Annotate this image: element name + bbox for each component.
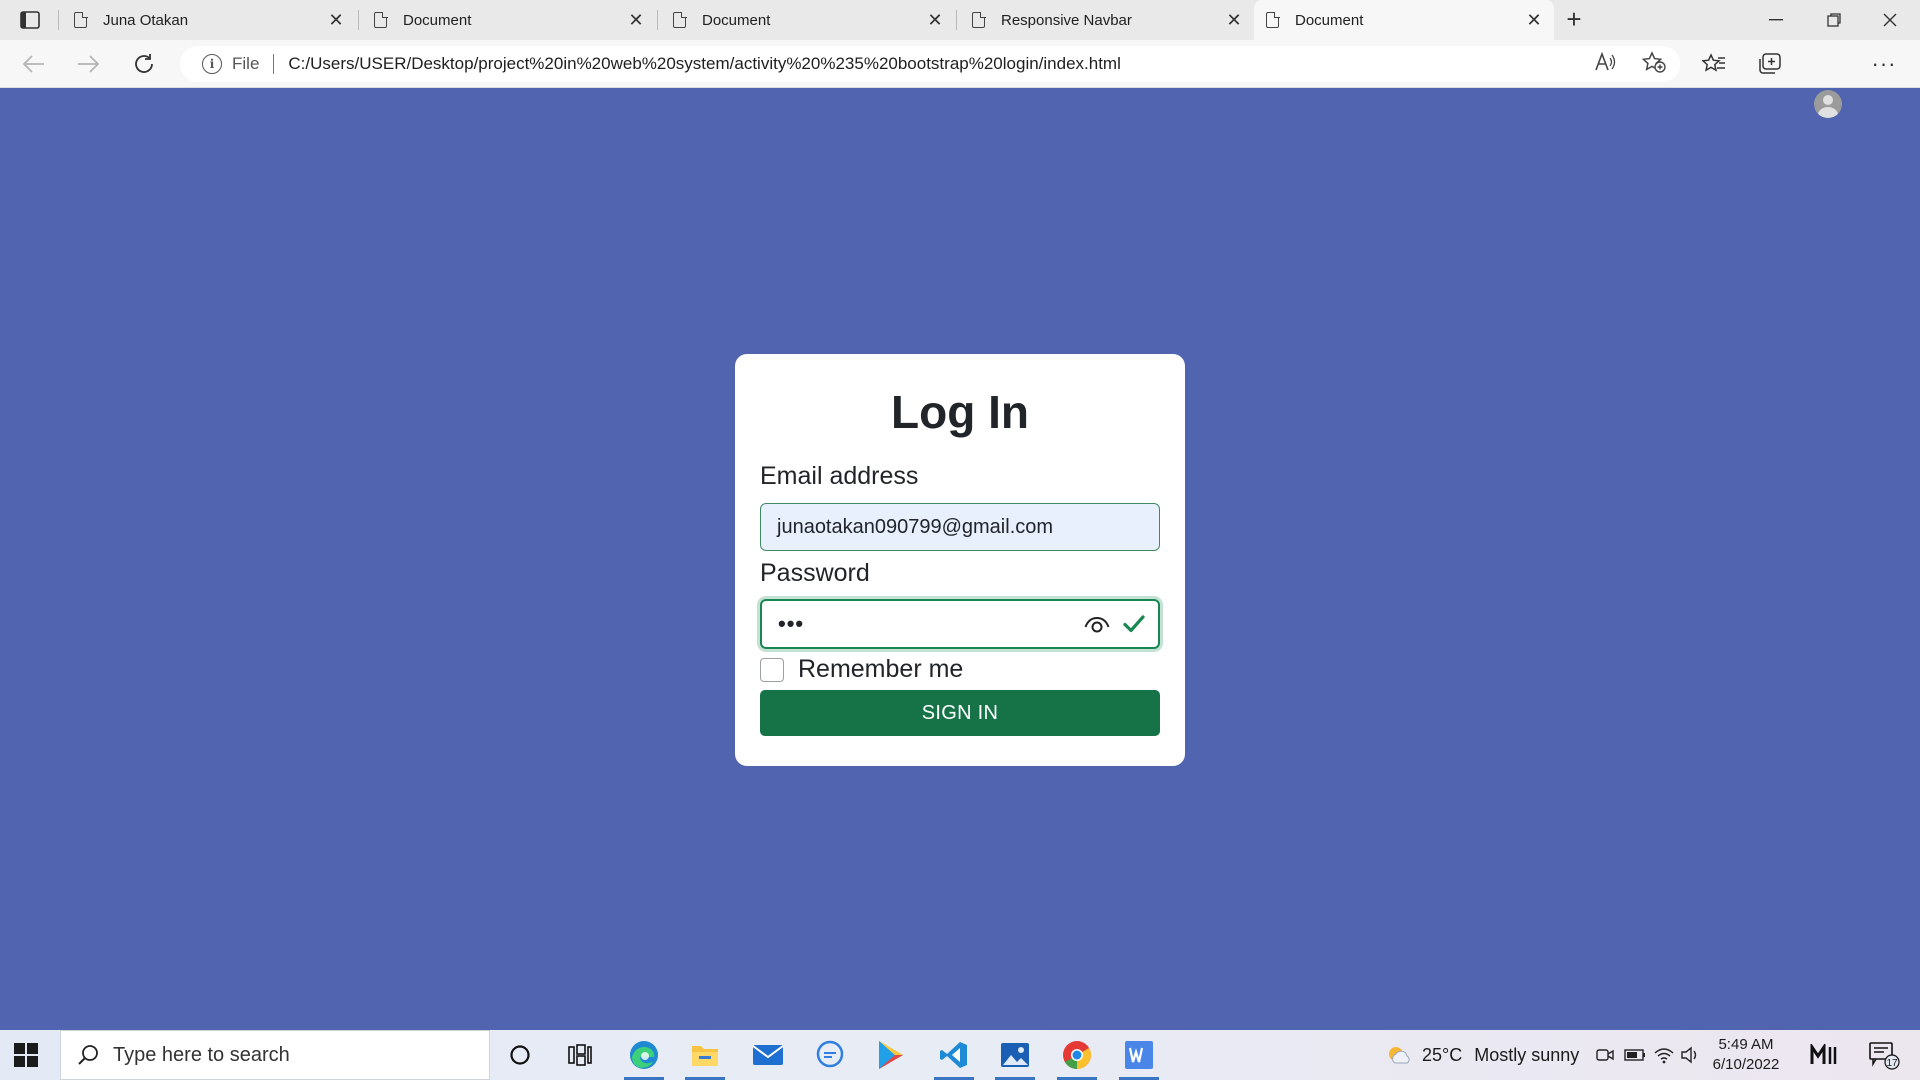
meet-now-icon[interactable]: [1596, 1030, 1614, 1080]
clock-date: 6/10/2022: [1712, 1056, 1780, 1073]
tab-document-1[interactable]: Document ✕: [362, 0, 656, 40]
chrome-icon[interactable]: [1057, 1038, 1097, 1080]
document-icon: [74, 11, 88, 28]
tab-title: Document: [702, 11, 771, 29]
input-method-icon[interactable]: [1810, 1030, 1838, 1080]
close-tab-icon[interactable]: ✕: [1222, 8, 1246, 32]
back-button[interactable]: [18, 50, 50, 78]
profile-avatar[interactable]: [1814, 90, 1842, 118]
taskbar: Type here to search 25°C Mostly sunny 5:…: [0, 1030, 1920, 1080]
address-actions: [1594, 46, 1666, 82]
show-password-icon[interactable]: [1084, 614, 1110, 636]
tab-separator: [657, 10, 658, 30]
tab-title: Document: [403, 11, 472, 29]
vscode-icon[interactable]: [934, 1038, 974, 1080]
weather-icon: [1389, 1047, 1410, 1064]
password-label: Password: [760, 559, 870, 587]
remember-me-row: Remember me: [760, 655, 1160, 684]
document-icon: [1266, 11, 1280, 28]
document-icon: [972, 11, 986, 28]
login-card: Log In Email address junaotakan090799@gm…: [735, 354, 1185, 766]
valid-check-icon: [1122, 612, 1146, 636]
photos-icon[interactable]: [995, 1038, 1035, 1080]
clock-time: 5:49 AM: [1718, 1036, 1774, 1053]
messenger-icon[interactable]: [810, 1038, 850, 1072]
address-bar[interactable]: i File C:/Users/USER/Desktop/project%20i…: [180, 46, 1680, 82]
close-window-button[interactable]: [1862, 0, 1918, 40]
close-tab-icon[interactable]: ✕: [624, 8, 648, 32]
tab-separator: [58, 10, 59, 30]
add-favorite-icon[interactable]: [1641, 50, 1666, 78]
document-icon: [374, 11, 388, 28]
browser-toolbar: i File C:/Users/USER/Desktop/project%20i…: [0, 40, 1920, 118]
weather-widget[interactable]: 25°C Mostly sunny: [1386, 1030, 1579, 1080]
tab-document-active[interactable]: Document ✕: [1254, 0, 1554, 40]
read-aloud-icon[interactable]: [1594, 51, 1616, 77]
weather-temp: 25°C: [1422, 1044, 1463, 1065]
task-view-icon[interactable]: [560, 1038, 600, 1072]
edge-browser-icon[interactable]: [624, 1038, 664, 1080]
wifi-icon[interactable]: [1654, 1030, 1674, 1080]
tab-separator: [956, 10, 957, 30]
windows-start-icon[interactable]: [14, 1043, 38, 1067]
email-label: Email address: [760, 462, 919, 490]
scheme-label: File: [232, 54, 260, 73]
email-field[interactable]: junaotakan090799@gmail.com: [760, 503, 1160, 551]
forward-button[interactable]: [72, 50, 104, 78]
tab-separator: [358, 10, 359, 30]
more-menu-icon[interactable]: ···: [1864, 48, 1904, 80]
login-title: Log In: [891, 386, 1029, 438]
tab-title: Responsive Navbar: [1001, 11, 1132, 29]
close-tab-icon[interactable]: ✕: [324, 8, 348, 32]
new-tab-button[interactable]: +: [1560, 6, 1588, 34]
word-icon[interactable]: [1119, 1038, 1159, 1080]
email-value: junaotakan090799@gmail.com: [777, 515, 1054, 538]
close-tab-icon[interactable]: ✕: [1522, 8, 1546, 32]
tab-actions-icon[interactable]: [16, 9, 44, 31]
tab-responsive-navbar[interactable]: Responsive Navbar ✕: [960, 0, 1254, 40]
mail-icon[interactable]: [748, 1038, 788, 1072]
play-store-icon[interactable]: [871, 1038, 911, 1072]
tab-juna-otakan[interactable]: Juna Otakan ✕: [62, 0, 356, 40]
weather-desc: Mostly sunny: [1474, 1044, 1580, 1065]
sign-in-button[interactable]: SIGN IN: [760, 690, 1160, 736]
info-icon[interactable]: i: [202, 54, 222, 74]
collections-icon[interactable]: [1750, 48, 1790, 80]
minimize-button[interactable]: [1748, 0, 1804, 40]
notification-count: 17: [1886, 1058, 1898, 1069]
search-placeholder: Type here to search: [113, 1043, 290, 1066]
restore-button[interactable]: [1806, 0, 1862, 40]
url-text[interactable]: C:/Users/USER/Desktop/project%20in%20web…: [288, 54, 1120, 74]
battery-icon[interactable]: [1624, 1030, 1646, 1080]
system-clock[interactable]: 5:49 AM 6/10/2022: [1706, 1035, 1786, 1075]
remember-me-checkbox[interactable]: [760, 657, 784, 682]
file-explorer-icon[interactable]: [685, 1038, 725, 1080]
tab-document-2[interactable]: Document ✕: [661, 0, 955, 40]
notifications-icon[interactable]: 17: [1868, 1030, 1900, 1080]
document-icon: [673, 11, 687, 28]
search-icon: [78, 1045, 98, 1065]
address-separator: [273, 54, 275, 74]
volume-icon[interactable]: [1680, 1030, 1700, 1080]
tab-strip: Juna Otakan ✕ Document ✕ Document ✕ Resp…: [0, 0, 1920, 40]
tab-title: Juna Otakan: [103, 11, 189, 29]
password-field[interactable]: •••: [760, 599, 1160, 649]
favorites-icon[interactable]: [1694, 48, 1734, 80]
tab-title: Document: [1295, 11, 1364, 29]
password-value: •••: [778, 611, 805, 636]
close-tab-icon[interactable]: ✕: [923, 8, 947, 32]
taskbar-search[interactable]: Type here to search: [60, 1030, 490, 1080]
remember-me-label[interactable]: Remember me: [798, 655, 963, 684]
refresh-button[interactable]: [128, 50, 160, 78]
cortana-icon[interactable]: [500, 1038, 540, 1072]
